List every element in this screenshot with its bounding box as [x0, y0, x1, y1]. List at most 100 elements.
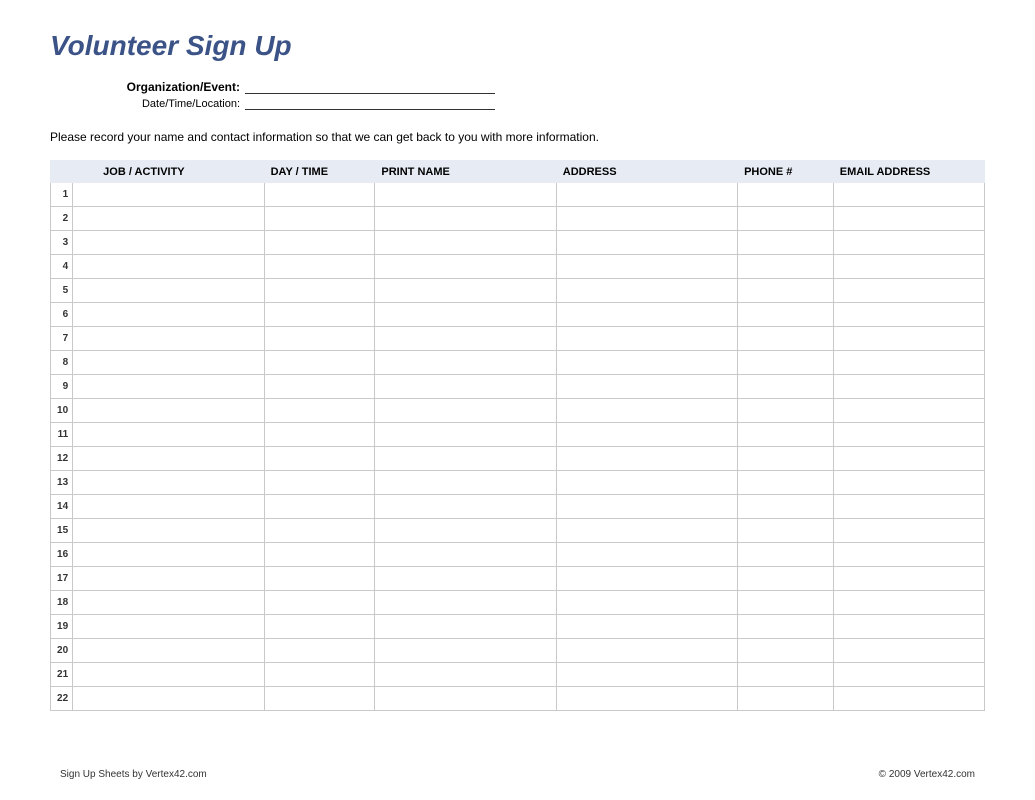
cell-job[interactable]	[73, 279, 264, 303]
cell-phone[interactable]	[738, 399, 834, 423]
cell-day[interactable]	[264, 423, 375, 447]
cell-job[interactable]	[73, 687, 264, 711]
cell-day[interactable]	[264, 399, 375, 423]
cell-phone[interactable]	[738, 519, 834, 543]
cell-name[interactable]	[375, 327, 556, 351]
cell-address[interactable]	[556, 639, 737, 663]
cell-address[interactable]	[556, 615, 737, 639]
cell-day[interactable]	[264, 591, 375, 615]
cell-email[interactable]	[833, 663, 984, 687]
cell-day[interactable]	[264, 183, 375, 207]
cell-job[interactable]	[73, 663, 264, 687]
cell-job[interactable]	[73, 255, 264, 279]
cell-phone[interactable]	[738, 303, 834, 327]
cell-name[interactable]	[375, 519, 556, 543]
cell-phone[interactable]	[738, 327, 834, 351]
cell-phone[interactable]	[738, 471, 834, 495]
cell-day[interactable]	[264, 327, 375, 351]
cell-job[interactable]	[73, 471, 264, 495]
cell-day[interactable]	[264, 639, 375, 663]
cell-address[interactable]	[556, 255, 737, 279]
cell-address[interactable]	[556, 471, 737, 495]
cell-email[interactable]	[833, 207, 984, 231]
cell-day[interactable]	[264, 231, 375, 255]
cell-address[interactable]	[556, 279, 737, 303]
cell-name[interactable]	[375, 639, 556, 663]
cell-email[interactable]	[833, 399, 984, 423]
cell-job[interactable]	[73, 183, 264, 207]
cell-name[interactable]	[375, 471, 556, 495]
cell-phone[interactable]	[738, 207, 834, 231]
cell-address[interactable]	[556, 231, 737, 255]
cell-name[interactable]	[375, 183, 556, 207]
cell-email[interactable]	[833, 375, 984, 399]
cell-day[interactable]	[264, 351, 375, 375]
cell-day[interactable]	[264, 495, 375, 519]
cell-email[interactable]	[833, 471, 984, 495]
cell-job[interactable]	[73, 543, 264, 567]
date-time-location-input-line[interactable]	[245, 96, 495, 110]
cell-address[interactable]	[556, 183, 737, 207]
cell-job[interactable]	[73, 423, 264, 447]
cell-address[interactable]	[556, 327, 737, 351]
cell-address[interactable]	[556, 543, 737, 567]
cell-job[interactable]	[73, 231, 264, 255]
cell-email[interactable]	[833, 423, 984, 447]
cell-phone[interactable]	[738, 639, 834, 663]
cell-address[interactable]	[556, 495, 737, 519]
cell-email[interactable]	[833, 687, 984, 711]
cell-day[interactable]	[264, 375, 375, 399]
cell-day[interactable]	[264, 303, 375, 327]
cell-day[interactable]	[264, 447, 375, 471]
cell-phone[interactable]	[738, 495, 834, 519]
cell-job[interactable]	[73, 351, 264, 375]
cell-email[interactable]	[833, 183, 984, 207]
cell-address[interactable]	[556, 519, 737, 543]
cell-day[interactable]	[264, 471, 375, 495]
cell-name[interactable]	[375, 231, 556, 255]
cell-name[interactable]	[375, 615, 556, 639]
cell-email[interactable]	[833, 231, 984, 255]
cell-phone[interactable]	[738, 615, 834, 639]
cell-job[interactable]	[73, 207, 264, 231]
cell-email[interactable]	[833, 327, 984, 351]
cell-name[interactable]	[375, 447, 556, 471]
cell-name[interactable]	[375, 423, 556, 447]
cell-phone[interactable]	[738, 447, 834, 471]
cell-name[interactable]	[375, 495, 556, 519]
cell-phone[interactable]	[738, 255, 834, 279]
cell-phone[interactable]	[738, 687, 834, 711]
cell-job[interactable]	[73, 375, 264, 399]
cell-day[interactable]	[264, 663, 375, 687]
cell-name[interactable]	[375, 543, 556, 567]
cell-address[interactable]	[556, 591, 737, 615]
cell-job[interactable]	[73, 639, 264, 663]
cell-address[interactable]	[556, 375, 737, 399]
cell-phone[interactable]	[738, 279, 834, 303]
cell-address[interactable]	[556, 447, 737, 471]
cell-name[interactable]	[375, 279, 556, 303]
cell-phone[interactable]	[738, 663, 834, 687]
cell-job[interactable]	[73, 615, 264, 639]
cell-address[interactable]	[556, 687, 737, 711]
cell-day[interactable]	[264, 519, 375, 543]
cell-job[interactable]	[73, 447, 264, 471]
cell-email[interactable]	[833, 495, 984, 519]
cell-day[interactable]	[264, 255, 375, 279]
cell-email[interactable]	[833, 591, 984, 615]
cell-email[interactable]	[833, 351, 984, 375]
cell-job[interactable]	[73, 303, 264, 327]
cell-name[interactable]	[375, 687, 556, 711]
cell-address[interactable]	[556, 399, 737, 423]
cell-email[interactable]	[833, 279, 984, 303]
cell-email[interactable]	[833, 519, 984, 543]
cell-day[interactable]	[264, 615, 375, 639]
cell-job[interactable]	[73, 567, 264, 591]
cell-email[interactable]	[833, 255, 984, 279]
cell-job[interactable]	[73, 399, 264, 423]
organization-input-line[interactable]	[245, 80, 495, 94]
cell-day[interactable]	[264, 207, 375, 231]
cell-phone[interactable]	[738, 423, 834, 447]
cell-address[interactable]	[556, 663, 737, 687]
cell-phone[interactable]	[738, 567, 834, 591]
